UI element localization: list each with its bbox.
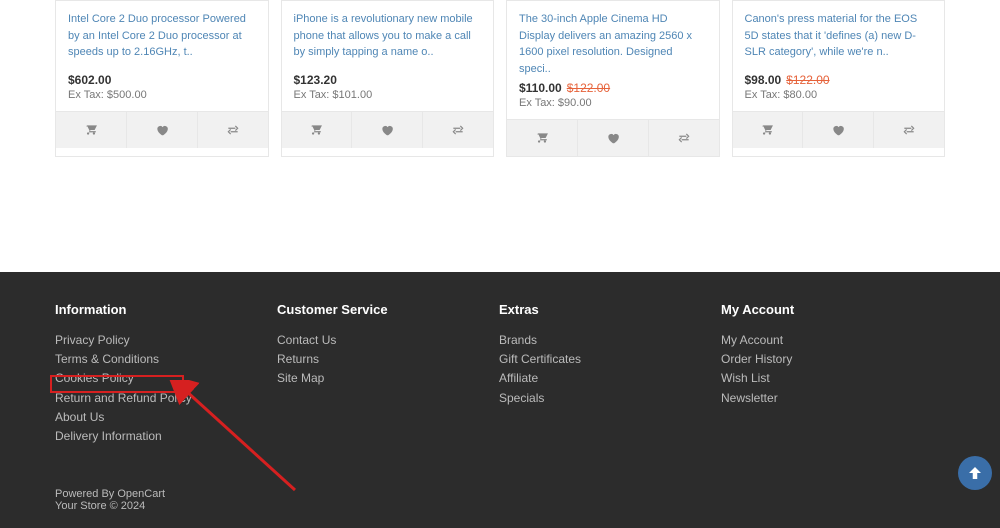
footer-link-newsletter[interactable]: Newsletter: [721, 389, 943, 408]
footer-link-orderhistory[interactable]: Order History: [721, 350, 943, 369]
wishlist-button[interactable]: [803, 112, 874, 148]
heart-icon: [380, 123, 394, 137]
product-price: $123.20: [294, 73, 337, 87]
product-description[interactable]: Canon's press material for the EOS 5D st…: [745, 11, 933, 69]
footer-link-contact[interactable]: Contact Us: [277, 331, 499, 350]
footer-link-returns[interactable]: Returns: [277, 350, 499, 369]
cart-icon: [84, 123, 98, 137]
compare-button[interactable]: [423, 112, 493, 148]
footer-link-cookies[interactable]: Cookies Policy: [55, 369, 277, 388]
product-price: $602.00: [68, 73, 111, 87]
arrow-up-icon: [966, 464, 984, 482]
product-price: $110.00: [519, 81, 562, 95]
footer-link-brands[interactable]: Brands: [499, 331, 721, 350]
product-card: Intel Core 2 Duo processor Powered by an…: [55, 0, 269, 157]
footer-link-myaccount[interactable]: My Account: [721, 331, 943, 350]
footer-col-account: My Account My Account Order History Wish…: [721, 302, 943, 446]
footer-link-return-refund[interactable]: Return and Refund Policy: [55, 389, 277, 408]
footer-heading: My Account: [721, 302, 943, 317]
footer-link-wishlist[interactable]: Wish List: [721, 369, 943, 388]
product-extax: Ex Tax: $90.00: [519, 97, 707, 119]
add-to-cart-button[interactable]: [56, 112, 127, 148]
add-to-cart-button[interactable]: [282, 112, 353, 148]
footer: Information Privacy Policy Terms & Condi…: [0, 272, 1000, 528]
footer-link-about[interactable]: About Us: [55, 408, 277, 427]
footer-col-information: Information Privacy Policy Terms & Condi…: [55, 302, 277, 446]
compare-button[interactable]: [649, 120, 719, 156]
product-grid: Intel Core 2 Duo processor Powered by an…: [0, 0, 1000, 157]
add-to-cart-button[interactable]: [507, 120, 578, 156]
cart-icon: [535, 131, 549, 145]
heart-icon: [831, 123, 845, 137]
wishlist-button[interactable]: [352, 112, 423, 148]
compare-icon: [677, 131, 691, 145]
footer-link-sitemap[interactable]: Site Map: [277, 369, 499, 388]
compare-icon: [226, 123, 240, 137]
footer-link-specials[interactable]: Specials: [499, 389, 721, 408]
product-card: The 30-inch Apple Cinema HD Display deli…: [506, 0, 720, 157]
product-card: Canon's press material for the EOS 5D st…: [732, 0, 946, 157]
add-to-cart-button[interactable]: [733, 112, 804, 148]
footer-link-affiliate[interactable]: Affiliate: [499, 369, 721, 388]
product-extax: Ex Tax: $101.00: [294, 89, 482, 111]
product-extax: Ex Tax: $80.00: [745, 89, 933, 111]
footer-heading: Information: [55, 302, 277, 317]
product-description[interactable]: iPhone is a revolutionary new mobile pho…: [294, 11, 482, 69]
product-price: $98.00: [745, 73, 782, 87]
opencart-link[interactable]: OpenCart: [117, 488, 165, 500]
product-description[interactable]: The 30-inch Apple Cinema HD Display deli…: [519, 11, 707, 77]
footer-heading: Customer Service: [277, 302, 499, 317]
footer-link-privacy[interactable]: Privacy Policy: [55, 331, 277, 350]
product-old-price: $122.00: [786, 73, 829, 87]
footer-powered: Powered By OpenCart Your Store © 2024: [55, 488, 945, 512]
footer-link-terms[interactable]: Terms & Conditions: [55, 350, 277, 369]
product-old-price: $122.00: [567, 81, 610, 95]
footer-col-extras: Extras Brands Gift Certificates Affiliat…: [499, 302, 721, 446]
product-extax: Ex Tax: $500.00: [68, 89, 256, 111]
cart-icon: [309, 123, 323, 137]
footer-col-service: Customer Service Contact Us Returns Site…: [277, 302, 499, 446]
compare-button[interactable]: [198, 112, 268, 148]
heart-icon: [155, 123, 169, 137]
footer-heading: Extras: [499, 302, 721, 317]
heart-icon: [606, 131, 620, 145]
compare-icon: [451, 123, 465, 137]
footer-link-gift[interactable]: Gift Certificates: [499, 350, 721, 369]
footer-link-delivery[interactable]: Delivery Information: [55, 427, 277, 446]
compare-button[interactable]: [874, 112, 944, 148]
compare-icon: [902, 123, 916, 137]
product-description[interactable]: Intel Core 2 Duo processor Powered by an…: [68, 11, 256, 69]
footer-copyright: Your Store © 2024: [55, 500, 145, 512]
product-card: iPhone is a revolutionary new mobile pho…: [281, 0, 495, 157]
scroll-to-top-button[interactable]: [958, 456, 992, 490]
cart-icon: [760, 123, 774, 137]
wishlist-button[interactable]: [127, 112, 198, 148]
wishlist-button[interactable]: [578, 120, 649, 156]
